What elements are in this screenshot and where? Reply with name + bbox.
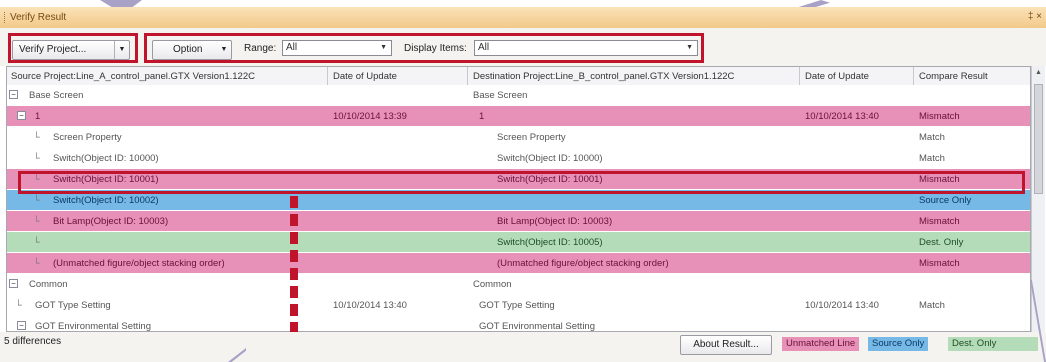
tree-expand-icon[interactable]: − xyxy=(9,279,18,288)
verify-result-panel: Verify Result ‡ × Verify Project... ▼ Op… xyxy=(0,0,1046,362)
destination-cell: Base Screen xyxy=(473,90,528,101)
destination-cell: GOT Type Setting xyxy=(479,300,555,311)
highlight-frame xyxy=(144,33,704,63)
scroll-up-icon[interactable]: ▲ xyxy=(1035,69,1042,76)
pin-close-icon[interactable]: ‡ × xyxy=(1028,11,1042,22)
destination-cell: (Unmatched figure/object stacking order) xyxy=(497,258,669,269)
destination-cell: Switch(Object ID: 10000) xyxy=(497,153,603,164)
source-date-cell: 10/10/2014 13:39 xyxy=(333,111,407,122)
tree-branch-icon: └ xyxy=(33,237,40,248)
destination-date-cell: 10/10/2014 13:40 xyxy=(805,300,879,311)
destination-cell: Common xyxy=(473,279,512,290)
compare-result-cell: Match xyxy=(919,300,945,311)
destination-cell: Bit Lamp(Object ID: 10003) xyxy=(497,216,613,227)
source-cell: GOT Type Setting xyxy=(35,300,111,311)
scroll-thumb[interactable] xyxy=(1034,84,1043,194)
source-cell: Screen Property xyxy=(53,132,122,143)
source-cell: (Unmatched figure/object stacking order) xyxy=(53,258,225,269)
source-cell: Base Screen xyxy=(29,90,84,101)
column-header[interactable]: Date of Update xyxy=(805,71,869,82)
tree-branch-icon: └ xyxy=(33,195,40,206)
source-cell: Common xyxy=(29,279,68,290)
compare-table: Source Project:Line_A_control_panel.GTX … xyxy=(6,66,1031,332)
legend-mismatch: Unmatched Line xyxy=(782,337,860,351)
column-header[interactable]: Compare Result xyxy=(919,71,988,82)
title-bar: Verify Result ‡ × xyxy=(0,7,1046,29)
table-row[interactable]: 1 10/10/2014 13:39 1 10/10/2014 13:40 Mismat… xyxy=(7,106,1030,126)
legend-dest-only: Dest. Only xyxy=(948,337,1038,351)
tree-branch-icon: └ xyxy=(33,132,40,143)
destination-cell: GOT Environmental Setting xyxy=(479,321,595,332)
tree-branch-icon: └ xyxy=(33,216,40,227)
status-bar: 5 differences About Result... Unmatched … xyxy=(0,332,1046,362)
table-row[interactable]: Common Common − xyxy=(7,274,1030,294)
destination-date-cell: 10/10/2014 13:40 xyxy=(805,111,879,122)
source-cell: Switch(Object ID: 10000) xyxy=(53,153,159,164)
source-cell: GOT Environmental Setting xyxy=(35,321,151,332)
destination-cell: Screen Property xyxy=(497,132,566,143)
compare-result-cell: Mismatch xyxy=(919,216,960,227)
source-cell: Switch(Object ID: 10002) xyxy=(53,195,159,206)
tree-expand-icon[interactable]: − xyxy=(17,321,26,330)
about-result-button[interactable]: About Result... xyxy=(680,335,772,355)
compare-result-cell: Match xyxy=(919,132,945,143)
table-row[interactable]: Switch(Object ID: 10000) Switch(Object ID… xyxy=(7,148,1030,168)
column-header[interactable]: Destination Project:Line_B_control_panel… xyxy=(473,71,734,82)
window-title: Verify Result xyxy=(10,12,67,23)
compare-result-cell: Match xyxy=(919,153,945,164)
source-cell: Bit Lamp(Object ID: 10003) xyxy=(53,216,169,227)
destination-cell: 1 xyxy=(479,111,485,122)
tree-expand-icon[interactable]: − xyxy=(9,90,18,99)
about-result-label: About Result... xyxy=(693,339,759,350)
drag-grip-icon[interactable] xyxy=(4,12,7,23)
tree-branch-icon: └ xyxy=(15,300,22,311)
source-cell: 1 xyxy=(35,111,41,122)
source-date-cell: 10/10/2014 13:40 xyxy=(333,300,407,311)
table-row[interactable]: (Unmatched figure/object stacking order)… xyxy=(7,253,1030,273)
compare-result-cell: Mismatch xyxy=(919,111,960,122)
table-row[interactable]: GOT Environmental Setting GOT Environment… xyxy=(7,316,1030,332)
legend-source-only: Source Only xyxy=(868,337,929,351)
table-row[interactable]: Base Screen Base Screen − xyxy=(7,85,1030,105)
difference-count: 5 differences xyxy=(4,336,62,347)
compare-result-cell: Source Only xyxy=(919,195,972,206)
table-row[interactable]: GOT Type Setting 10/10/2014 13:40 GOT Type… xyxy=(7,295,1030,315)
compare-result-cell: Mismatch xyxy=(919,258,960,269)
column-header[interactable]: Date of Update xyxy=(333,71,397,82)
highlight-frame xyxy=(18,171,1025,194)
table-row[interactable]: Switch(Object ID: 10005) Dest. Only └ xyxy=(7,232,1030,252)
table-row[interactable]: Screen Property Screen Property Match └ xyxy=(7,127,1030,147)
highlight-frame xyxy=(8,33,138,63)
tree-branch-icon: └ xyxy=(33,153,40,164)
column-header[interactable]: Source Project:Line_A_control_panel.GTX … xyxy=(11,71,255,82)
table-header: Source Project:Line_A_control_panel.GTX … xyxy=(7,67,1030,86)
table-row[interactable]: Bit Lamp(Object ID: 10003) Bit Lamp(Objec… xyxy=(7,211,1030,231)
compare-result-cell: Dest. Only xyxy=(919,237,964,248)
tree-branch-icon: └ xyxy=(33,258,40,269)
destination-cell: Switch(Object ID: 10005) xyxy=(497,237,603,248)
tree-expand-icon[interactable]: − xyxy=(17,111,26,120)
